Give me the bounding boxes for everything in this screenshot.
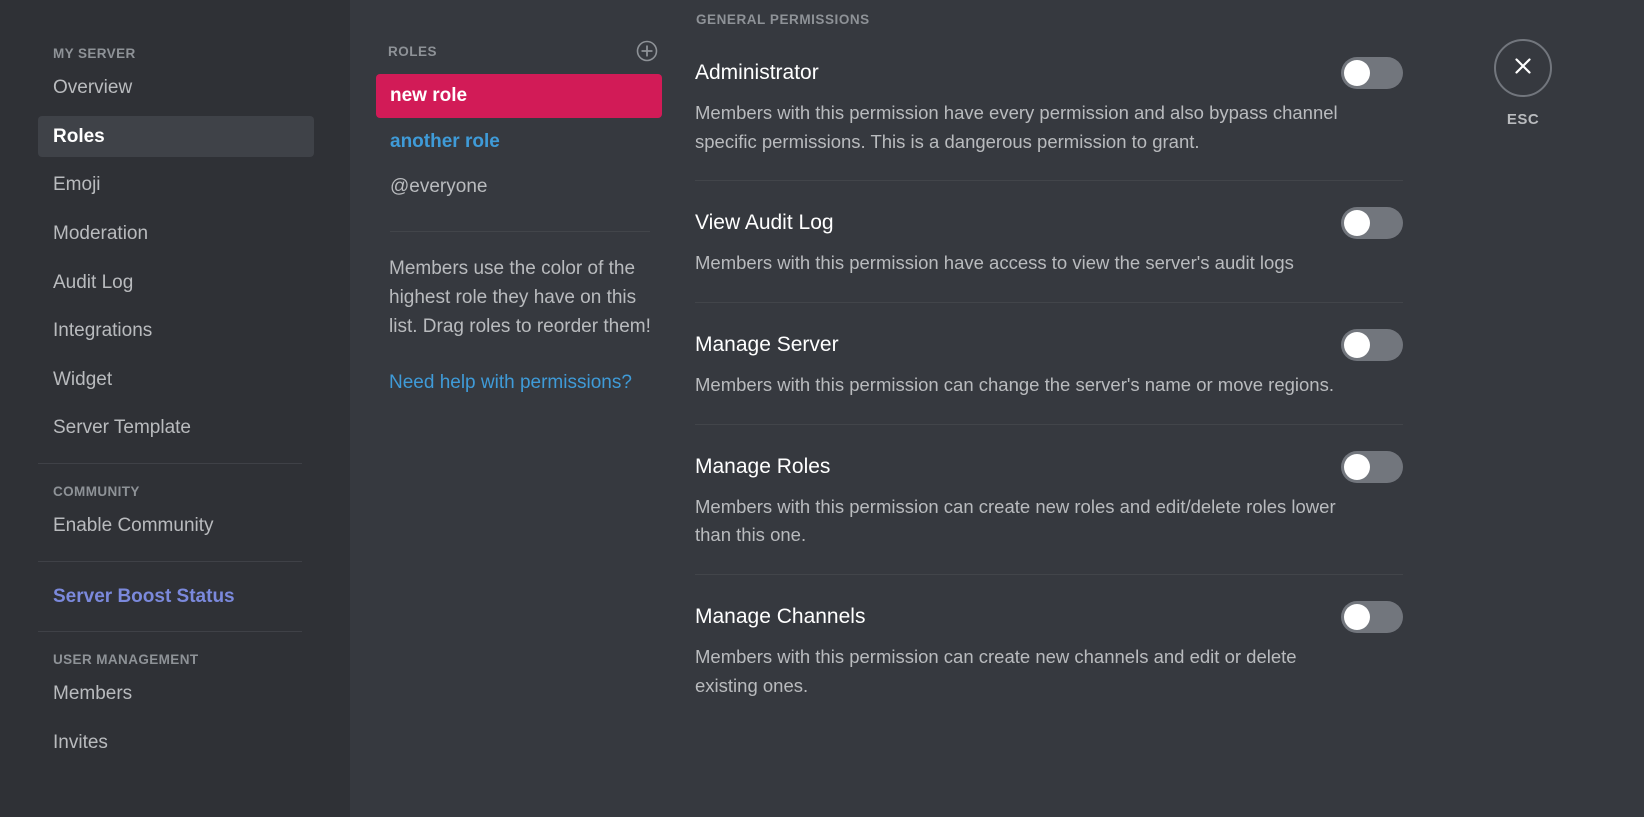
- role-item--everyone[interactable]: @everyone: [376, 165, 662, 209]
- close-button[interactable]: [1494, 39, 1552, 97]
- permission-header: Manage Roles: [695, 451, 1403, 483]
- permissions-help-link[interactable]: Need help with permissions?: [376, 369, 662, 398]
- permission-header: Manage Channels: [695, 601, 1403, 633]
- permission-header: Administrator: [695, 57, 1403, 89]
- plus-circle-icon[interactable]: [636, 40, 658, 62]
- permission-toggle-manage-channels[interactable]: [1341, 601, 1403, 633]
- toggle-knob: [1344, 604, 1370, 630]
- sidebar-divider: [38, 561, 302, 562]
- permission-row-manage-roles: Manage Roles Members with this permission…: [695, 424, 1403, 574]
- sidebar-divider: [38, 631, 302, 632]
- sidebar-item-enable-community[interactable]: Enable Community: [38, 505, 314, 547]
- close-settings-control: ESC: [1478, 39, 1568, 128]
- toggle-knob: [1344, 454, 1370, 480]
- roles-header: ROLES: [376, 40, 662, 62]
- permission-name: Manage Server: [695, 332, 839, 358]
- sidebar-item-members[interactable]: Members: [38, 673, 314, 715]
- sidebar-section-header: COMMUNITY: [38, 478, 314, 505]
- permission-description: Members with this permission have access…: [695, 249, 1345, 278]
- sidebar-section-header: USER MANAGEMENT: [38, 646, 314, 673]
- sidebar-item-widget[interactable]: Widget: [38, 359, 314, 401]
- permission-toggle-manage-server[interactable]: [1341, 329, 1403, 361]
- permission-row-manage-channels: Manage Channels Members with this permiss…: [695, 574, 1403, 724]
- roles-panel: ROLES new roleanother role@everyone Memb…: [350, 0, 690, 817]
- settings-window: MY SERVEROverview Roles Emoji Moderation Aud…: [0, 0, 1644, 817]
- sidebar-divider: [38, 463, 302, 464]
- sidebar-item-server-boost-status[interactable]: Server Boost Status: [38, 576, 314, 618]
- sidebar-sections: MY SERVEROverview Roles Emoji Moderation Aud…: [0, 40, 350, 764]
- permission-description: Members with this permission can create …: [695, 643, 1345, 700]
- roles-list: new roleanother role@everyone: [376, 74, 662, 209]
- general-permissions-header: GENERAL PERMISSIONS: [695, 12, 1403, 27]
- permission-toggle-manage-roles[interactable]: [1341, 451, 1403, 483]
- permission-toggle-administrator[interactable]: [1341, 57, 1403, 89]
- toggle-knob: [1344, 210, 1370, 236]
- close-x-icon: [1510, 53, 1536, 84]
- roles-note: Members use the color of the highest rol…: [376, 254, 662, 341]
- permission-row-administrator: Administrator Members with this permissio…: [695, 57, 1403, 180]
- sidebar-item-audit-log[interactable]: Audit Log: [38, 262, 314, 304]
- toggle-knob: [1344, 60, 1370, 86]
- permission-header: View Audit Log: [695, 207, 1403, 239]
- permission-name: View Audit Log: [695, 210, 834, 236]
- toggle-knob: [1344, 332, 1370, 358]
- sidebar-item-invites[interactable]: Invites: [38, 722, 314, 764]
- roles-title: ROLES: [388, 44, 437, 59]
- permissions-content: GENERAL PERMISSIONS Administrator Members…: [695, 12, 1403, 724]
- permission-name: Manage Channels: [695, 604, 865, 630]
- permissions-panel: GENERAL PERMISSIONS Administrator Members…: [690, 0, 1644, 817]
- permissions-list: Administrator Members with this permissio…: [695, 57, 1403, 724]
- sidebar-item-emoji[interactable]: Emoji: [38, 164, 314, 206]
- roles-divider: [390, 231, 650, 232]
- permission-header: Manage Server: [695, 329, 1403, 361]
- role-item-new-role[interactable]: new role: [376, 74, 662, 118]
- sidebar-item-moderation[interactable]: Moderation: [38, 213, 314, 255]
- role-item-another-role[interactable]: another role: [376, 120, 662, 164]
- sidebar-item-server-template[interactable]: Server Template: [38, 407, 314, 449]
- permission-row-manage-server: Manage Server Members with this permissio…: [695, 302, 1403, 424]
- esc-label: ESC: [1478, 111, 1568, 128]
- sidebar-item-roles[interactable]: Roles: [38, 116, 314, 158]
- permission-description: Members with this permission can change …: [695, 371, 1345, 400]
- sidebar-item-integrations[interactable]: Integrations: [38, 310, 314, 352]
- settings-sidebar: MY SERVEROverview Roles Emoji Moderation Aud…: [0, 0, 350, 817]
- sidebar-section-header: MY SERVER: [38, 40, 314, 67]
- permission-toggle-view-audit-log[interactable]: [1341, 207, 1403, 239]
- sidebar-item-overview[interactable]: Overview: [38, 67, 314, 109]
- permission-description: Members with this permission have every …: [695, 99, 1345, 156]
- permission-description: Members with this permission can create …: [695, 493, 1345, 550]
- permission-name: Manage Roles: [695, 454, 830, 480]
- permission-name: Administrator: [695, 60, 819, 86]
- permission-row-view-audit-log: View Audit Log Members with this permissi…: [695, 180, 1403, 302]
